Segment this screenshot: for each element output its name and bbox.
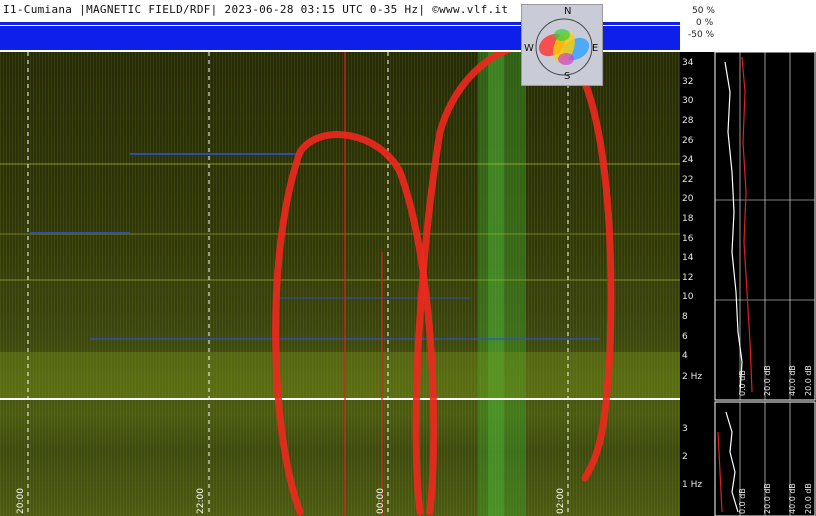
annotation-loop-left bbox=[272, 131, 438, 516]
hz-tick-30: 30 bbox=[682, 96, 694, 106]
db-label-upper-2: 40.0 dB bbox=[788, 365, 797, 396]
percent-label-zero: 0 % bbox=[696, 18, 714, 28]
hz-tick-16: 16 bbox=[682, 234, 694, 244]
spectrum-panel-graph bbox=[714, 52, 816, 516]
compass-south: S bbox=[564, 71, 571, 82]
db-label-upper-3: 20.0 dB bbox=[804, 365, 813, 396]
hz-tick-4: 4 bbox=[682, 351, 688, 361]
db-label-lower-3: 20.0 dB bbox=[804, 483, 813, 514]
db-label-lower-2: 40.0 dB bbox=[788, 483, 797, 514]
spectrum-panel: 34 32 30 28 26 24 22 20 18 16 14 12 10 8… bbox=[680, 52, 816, 516]
hz-tick-32: 32 bbox=[682, 77, 694, 87]
percent-label-top: 50 % bbox=[692, 6, 715, 16]
spectrogram-viewer: I1-Cumiana |MAGNETIC FIELD/RDF| 2023-06-… bbox=[0, 0, 816, 516]
time-label-0000: 00:00 bbox=[376, 488, 386, 514]
compass-west: W bbox=[524, 43, 534, 54]
low-freq-band bbox=[0, 352, 680, 400]
hz-tick-8: 8 bbox=[682, 312, 688, 322]
time-label-2200: 22:00 bbox=[196, 488, 206, 514]
db-label-lower-1: 20.0 dB bbox=[763, 483, 772, 514]
hz-tick-18: 18 bbox=[682, 214, 694, 224]
db-label-lower-0: 0.0 dB bbox=[738, 488, 747, 514]
hz-tick-2: 2 Hz bbox=[682, 372, 703, 382]
time-label-0200: 02:00 bbox=[556, 488, 566, 514]
hz-tick-34: 34 bbox=[682, 58, 694, 68]
hz-tick-28: 28 bbox=[682, 116, 694, 126]
hz-tick-6: 6 bbox=[682, 332, 688, 342]
time-label-2000: 20:00 bbox=[16, 488, 26, 514]
hz-tick-24: 24 bbox=[682, 155, 694, 165]
hz-tick-lower-2: 2 bbox=[682, 452, 688, 462]
spectrogram-overlay bbox=[0, 52, 680, 516]
hz-tick-12: 12 bbox=[682, 273, 694, 283]
hz-tick-22: 22 bbox=[682, 175, 694, 185]
compass-east: E bbox=[592, 43, 599, 54]
hz-tick-lower-3: 3 bbox=[682, 424, 688, 434]
hz-tick-10: 10 bbox=[682, 292, 694, 302]
hz-tick-26: 26 bbox=[682, 136, 694, 146]
green-noise-core bbox=[488, 52, 504, 516]
percent-label-bottom: -50 % bbox=[688, 30, 715, 40]
compass-rose: N S E W bbox=[521, 4, 603, 86]
hz-tick-lower-1: 1 Hz bbox=[682, 480, 703, 490]
station-title: I1-Cumiana |MAGNETIC FIELD/RDF| 2023-06-… bbox=[3, 3, 509, 16]
spectrogram: 20:00 22:00 00:00 02:00 bbox=[0, 52, 680, 516]
compass-icon bbox=[535, 18, 593, 76]
percent-scale: 50 % 0 % -50 % bbox=[680, 0, 816, 50]
compass-north: N bbox=[564, 6, 572, 17]
hz-tick-20: 20 bbox=[682, 194, 694, 204]
db-label-upper-0: 0.0 dB bbox=[738, 370, 747, 396]
db-label-upper-1: 20.0 dB bbox=[763, 365, 772, 396]
hz-tick-14: 14 bbox=[682, 253, 694, 263]
